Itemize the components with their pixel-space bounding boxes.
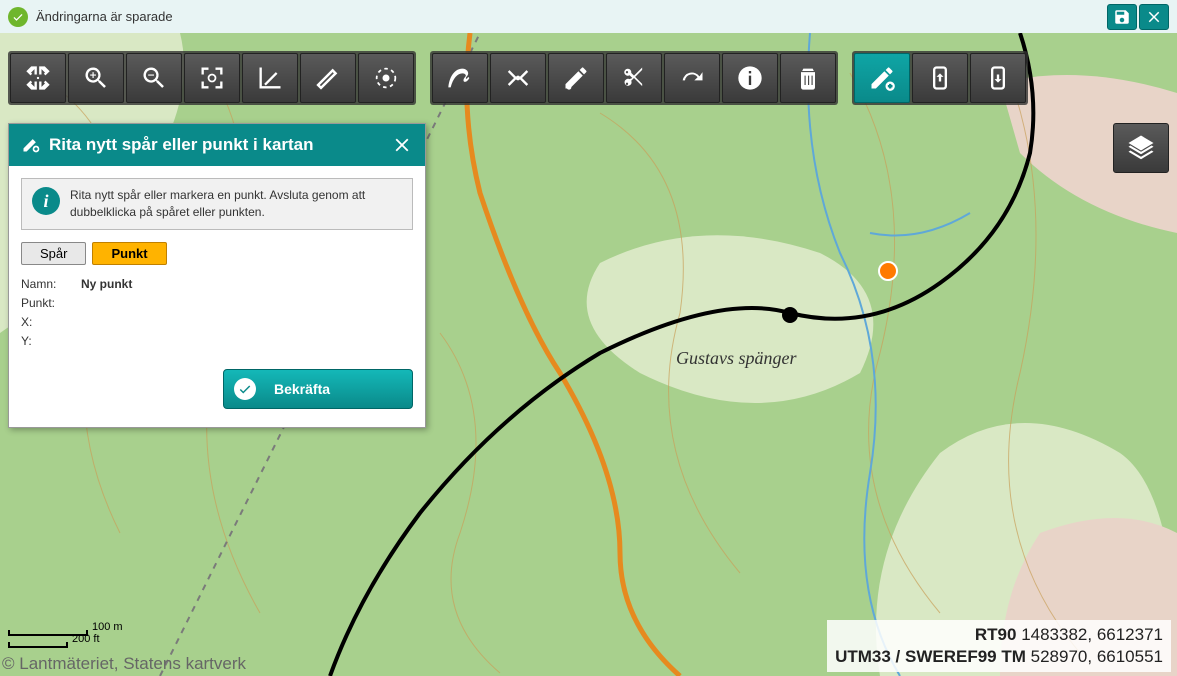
map-canvas[interactable]: Gustavs spänger: [0, 33, 1177, 676]
redo-tool[interactable]: [664, 53, 720, 103]
info-text: Rita nytt spår eller markera en punkt. A…: [70, 187, 402, 221]
scale-imperial: 200 ft: [72, 633, 100, 645]
place-label: Gustavs spänger: [676, 348, 797, 369]
edit-point-tool[interactable]: [548, 53, 604, 103]
info-icon: i: [32, 187, 60, 215]
save-button[interactable]: [1107, 4, 1137, 30]
rt90-value: 1483382, 6612371: [1021, 625, 1163, 644]
select-tool[interactable]: [358, 53, 414, 103]
status-message: Ändringarna är sparade: [36, 9, 173, 24]
coordinates-box: RT90 1483382, 6612371 UTM33 / SWEREF99 T…: [827, 620, 1171, 672]
scale-bar: 100 m 200 ft: [8, 624, 123, 648]
name-label: Namn:: [21, 275, 81, 294]
dialog-close-button[interactable]: [391, 134, 413, 156]
layers-button[interactable]: [1113, 123, 1169, 173]
form-rows: Namn:Ny punkt Punkt: X: Y:: [21, 275, 413, 352]
measure-angle-tool[interactable]: [242, 53, 298, 103]
info-tool[interactable]: [722, 53, 778, 103]
confirm-button[interactable]: Bekräfta: [223, 369, 413, 409]
delete-tool[interactable]: [780, 53, 836, 103]
utm-label: UTM33 / SWEREF99 TM: [835, 647, 1026, 666]
name-value: Ny punkt: [81, 275, 132, 294]
zoom-in-tool[interactable]: [68, 53, 124, 103]
draw-icon: [21, 134, 41, 154]
info-box: i Rita nytt spår eller markera en punkt.…: [21, 178, 413, 230]
rt90-label: RT90: [975, 625, 1017, 644]
cut-tool[interactable]: [606, 53, 662, 103]
draw-new-tool[interactable]: [854, 53, 910, 103]
y-label: Y:: [21, 332, 81, 351]
point-label: Punkt:: [21, 294, 81, 313]
scale-metric: 100 m: [92, 621, 123, 633]
pan-tool[interactable]: [10, 53, 66, 103]
map-toolbar: [8, 51, 1028, 105]
tab-track[interactable]: Spår: [21, 242, 86, 265]
tab-point[interactable]: Punkt: [92, 242, 166, 265]
dialog-header[interactable]: Rita nytt spår eller punkt i kartan: [9, 124, 425, 166]
x-label: X:: [21, 313, 81, 332]
measure-distance-tool[interactable]: [300, 53, 356, 103]
zoom-extent-tool[interactable]: [184, 53, 240, 103]
draw-dialog: Rita nytt spår eller punkt i kartan i Ri…: [8, 123, 426, 428]
merge-tool[interactable]: [490, 53, 546, 103]
status-bar: Ändringarna är sparade: [0, 0, 1177, 33]
export-device-tool[interactable]: [912, 53, 968, 103]
success-icon: [8, 7, 28, 27]
confirm-label: Bekräfta: [274, 381, 330, 397]
utm-value: 528970, 6610551: [1031, 647, 1163, 666]
import-device-tool[interactable]: [970, 53, 1026, 103]
dialog-title: Rita nytt spår eller punkt i kartan: [49, 134, 391, 156]
map-attribution: © Lantmäteriet, Statens kartverk: [2, 654, 246, 674]
close-button[interactable]: [1139, 4, 1169, 30]
check-icon: [234, 378, 256, 400]
zoom-out-tool[interactable]: [126, 53, 182, 103]
draw-freehand-tool[interactable]: [432, 53, 488, 103]
